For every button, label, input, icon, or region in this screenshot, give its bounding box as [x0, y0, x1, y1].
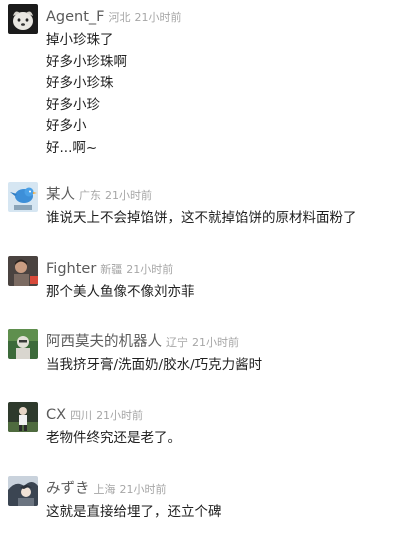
timestamp: 21小时前	[96, 409, 144, 422]
comment-line: 老物件终究还是老了。	[46, 430, 181, 446]
location: 上海	[93, 483, 116, 496]
timestamp: 21小时前	[192, 336, 239, 349]
avatar[interactable]	[8, 476, 38, 506]
timestamp: 21小时前	[134, 11, 182, 24]
comment-text: 谁说天上不会掉馅饼，这不就掉馅饼的原材料面粉了	[46, 208, 398, 230]
comment-text: 掉小珍珠了 好多小珍珠啊 好多小珍珠 好多小珍 好多小 好...啊~	[46, 30, 398, 159]
comment-list: Agent_F 河北 21小时前 掉小珍珠了 好多小珍珠啊 好多小珍珠 好多小珍 好…	[0, 0, 403, 538]
comment-line: 那个美人鱼像不像刘亦菲	[46, 284, 195, 300]
location: 广东	[79, 189, 101, 202]
comment-line: 好多小珍	[46, 96, 100, 113]
comment-line: 掉小珍珠了	[46, 32, 114, 48]
comment-text: 当我挤牙膏/洗面奶/胶水/巧克力酱时	[46, 355, 398, 377]
comment-line: 好...啊~	[46, 139, 98, 156]
username[interactable]: Fighter	[46, 261, 96, 277]
comment-line: 当我挤牙膏/洗面奶/胶水/巧克力酱时	[46, 357, 263, 373]
username[interactable]: CX	[46, 407, 66, 423]
avatar-anime-image	[8, 476, 38, 506]
avatar-photo-image	[8, 256, 38, 286]
avatar-robot-image	[8, 329, 38, 359]
avatar-bird-image	[8, 182, 38, 212]
comment-text: 这就是直接给埋了，还立个碑	[46, 502, 398, 524]
avatar-person-image	[8, 402, 38, 432]
avatar[interactable]	[8, 256, 38, 286]
comment-line: 好多小珍珠啊	[46, 53, 127, 70]
comment-line: 谁说天上不会掉馅饼，这不就掉馅饼的原材料面粉了	[46, 210, 357, 226]
comment-line: 好多小珍珠	[46, 75, 114, 91]
username[interactable]: Agent_F	[46, 9, 105, 25]
avatar[interactable]	[8, 329, 38, 359]
timestamp: 21小时前	[126, 263, 174, 276]
location: 四川	[70, 409, 93, 422]
location: 河北	[108, 11, 131, 24]
avatar-dog-image	[8, 4, 38, 34]
location: 辽宁	[166, 336, 188, 349]
comment-text: 老物件终究还是老了。	[46, 428, 398, 450]
timestamp: 21小时前	[119, 483, 167, 496]
username[interactable]: 某人	[46, 187, 75, 203]
comment-text: 那个美人鱼像不像刘亦菲	[46, 282, 398, 304]
avatar[interactable]	[8, 4, 38, 34]
timestamp: 21小时前	[105, 189, 152, 202]
location: 新疆	[100, 263, 123, 276]
avatar[interactable]	[8, 182, 38, 212]
username[interactable]: 阿西莫夫的机器人	[46, 334, 162, 350]
comment-line: 好多小	[46, 118, 87, 134]
username[interactable]: みずき	[46, 481, 90, 497]
comment-line: 这就是直接给埋了，还立个碑	[46, 504, 222, 520]
avatar[interactable]	[8, 402, 38, 432]
